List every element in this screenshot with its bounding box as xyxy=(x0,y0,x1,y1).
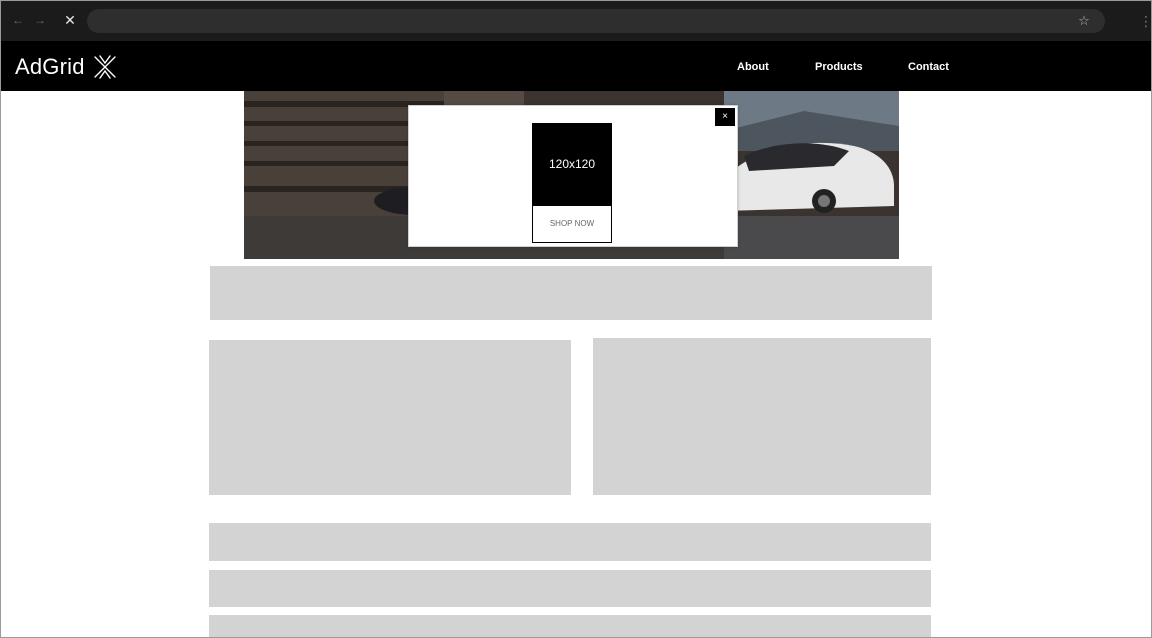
ad-popup: × 120x120 SHOP NOW xyxy=(408,105,738,247)
more-vert-icon[interactable]: ⋮ xyxy=(1139,11,1151,31)
ad-image-placeholder[interactable]: 120x120 xyxy=(532,123,612,205)
site-header: AdGrid About Products Contact xyxy=(1,41,1151,91)
nav-about[interactable]: About xyxy=(737,61,769,73)
forward-arrow-icon[interactable]: → xyxy=(33,13,47,27)
brand-name: AdGrid xyxy=(15,54,85,79)
close-icon[interactable]: ✕ xyxy=(63,13,77,27)
asterisk-logo-icon xyxy=(93,55,116,79)
browser-toolbar: ← → ✕ ☆ ⋮ xyxy=(1,1,1151,41)
content-placeholder-right xyxy=(593,338,931,495)
shop-now-button[interactable]: SHOP NOW xyxy=(532,205,612,243)
star-icon[interactable]: ☆ xyxy=(1075,12,1093,30)
content-placeholder-strip xyxy=(209,523,931,561)
content-placeholder-wide xyxy=(210,266,932,320)
nav-contact[interactable]: Contact xyxy=(908,61,949,73)
content-placeholder-strip xyxy=(209,615,931,637)
back-arrow-icon[interactable]: ← xyxy=(11,13,25,27)
close-icon[interactable]: × xyxy=(715,108,735,126)
address-bar[interactable] xyxy=(87,9,1105,33)
browser-window: ← → ✕ ☆ ⋮ AdGrid About Products Contact xyxy=(0,0,1152,638)
content-placeholder-strip xyxy=(209,570,931,607)
content-placeholder-left xyxy=(209,340,571,495)
brand-logo[interactable]: AdGrid xyxy=(15,53,119,81)
nav-products[interactable]: Products xyxy=(815,61,863,73)
